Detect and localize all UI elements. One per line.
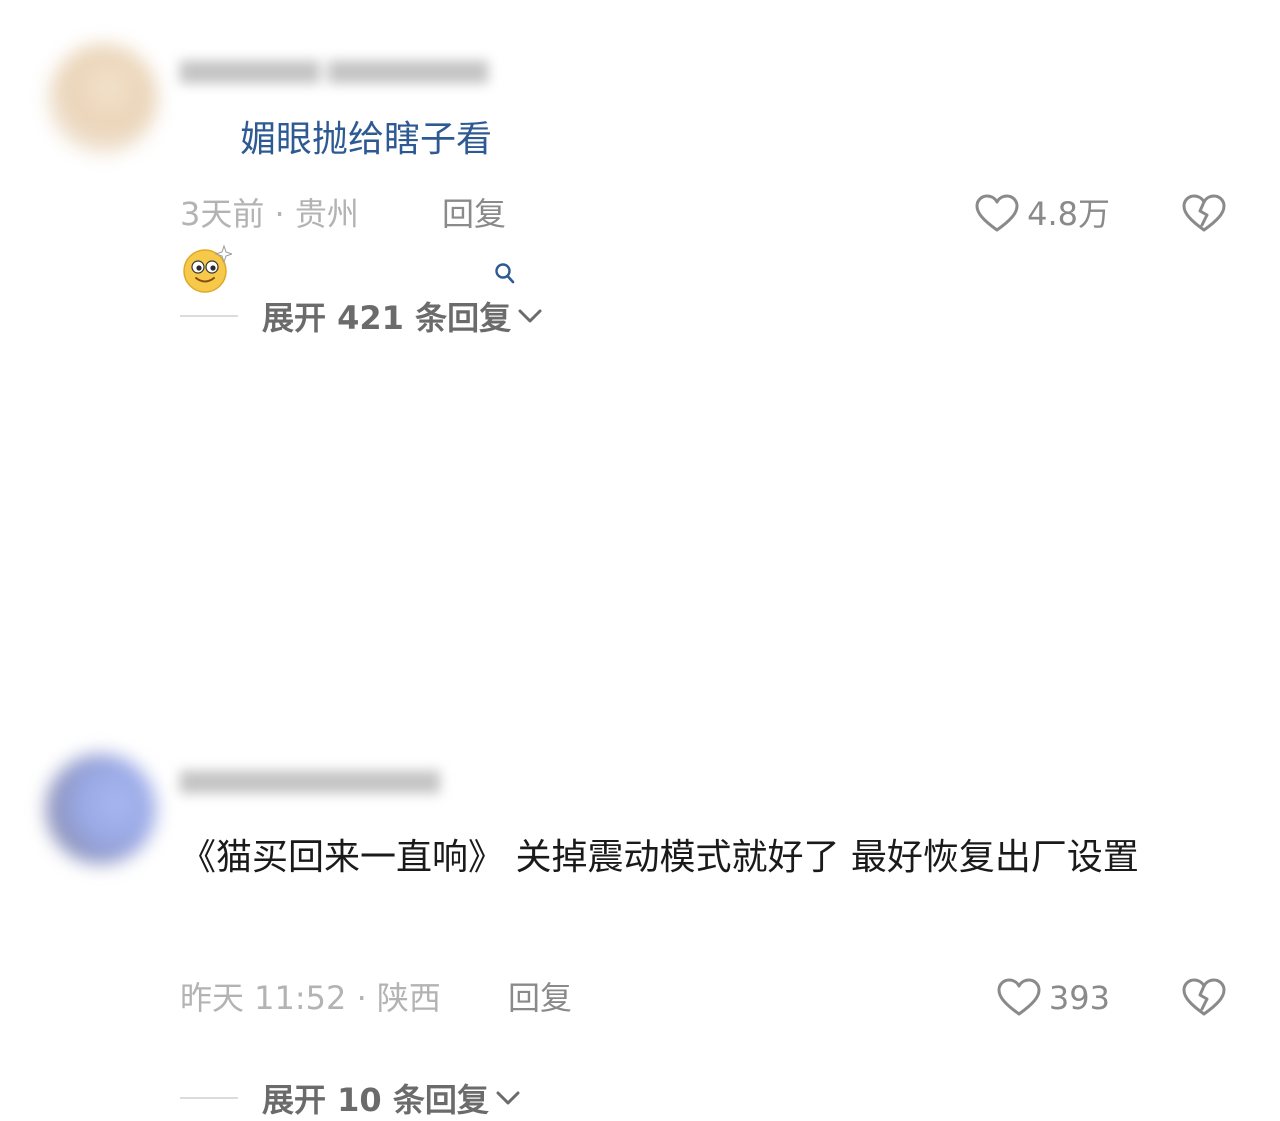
expand-replies-button[interactable]: 展开 421 条回复 [180, 294, 545, 338]
search-icon[interactable] [494, 115, 516, 284]
dislike-button[interactable] [1180, 976, 1228, 1020]
divider [180, 315, 238, 317]
expand-replies-label: 展开 10 条回复 [262, 1081, 489, 1119]
like-count: 4.8万 [1027, 195, 1110, 233]
comment-item: ▆▆▆▆▆▆▆ ▆▆▆▆▆▆▆▆ 媚眼抛给瞎子看 3天前 · 贵州 回复 4.8… [0, 0, 1280, 370]
divider [180, 1097, 238, 1099]
like-count: 393 [1048, 979, 1110, 1017]
avatar[interactable] [46, 754, 156, 864]
like-button[interactable]: 4.8万 [975, 192, 1110, 236]
username-blurred[interactable]: ▆▆▆▆▆▆▆ ▆▆▆▆▆▆▆▆ [180, 52, 488, 86]
broken-heart-icon [1182, 978, 1226, 1016]
comment-text-row: 媚眼抛给瞎子看 [180, 108, 516, 293]
time-location: 3天前 · 贵州 [180, 195, 359, 233]
comment-meta-row: 3天前 · 贵州 回复 4.8万 [180, 192, 1240, 236]
expand-replies-label: 展开 421 条回复 [262, 299, 512, 337]
heart-icon [975, 194, 1019, 232]
chevron-down-icon [493, 1083, 523, 1113]
comment-text: 媚眼抛给瞎子看 [240, 119, 493, 160]
expand-replies-button[interactable]: 展开 10 条回复 [180, 1076, 523, 1120]
reply-button[interactable]: 回复 [508, 976, 572, 1020]
smiling-face-sparkle-emoji-icon [180, 114, 234, 293]
broken-heart-icon [1182, 194, 1226, 232]
chevron-down-icon [515, 301, 545, 331]
comment-text: 《猫买回来一直响》 关掉震动模式就好了 最好恢复出厂设置 [180, 837, 1139, 878]
heart-icon [997, 978, 1041, 1016]
reply-button[interactable]: 回复 [442, 192, 506, 236]
like-button[interactable]: 393 [997, 976, 1110, 1020]
dislike-button[interactable] [1180, 192, 1228, 236]
comment-meta-row: 昨天 11:52 · 陕西 回复 393 [180, 976, 1240, 1020]
avatar[interactable] [48, 44, 158, 154]
username-blurred[interactable]: ▆▆▆▆▆▆▆▆▆▆▆▆▆ [180, 762, 440, 796]
comment-item: ▆▆▆▆▆▆▆▆▆▆▆▆▆ 《猫买回来一直响》 关掉震动模式就好了 最好恢复出厂… [0, 370, 1280, 1119]
time-location: 昨天 11:52 · 陕西 [180, 979, 441, 1017]
